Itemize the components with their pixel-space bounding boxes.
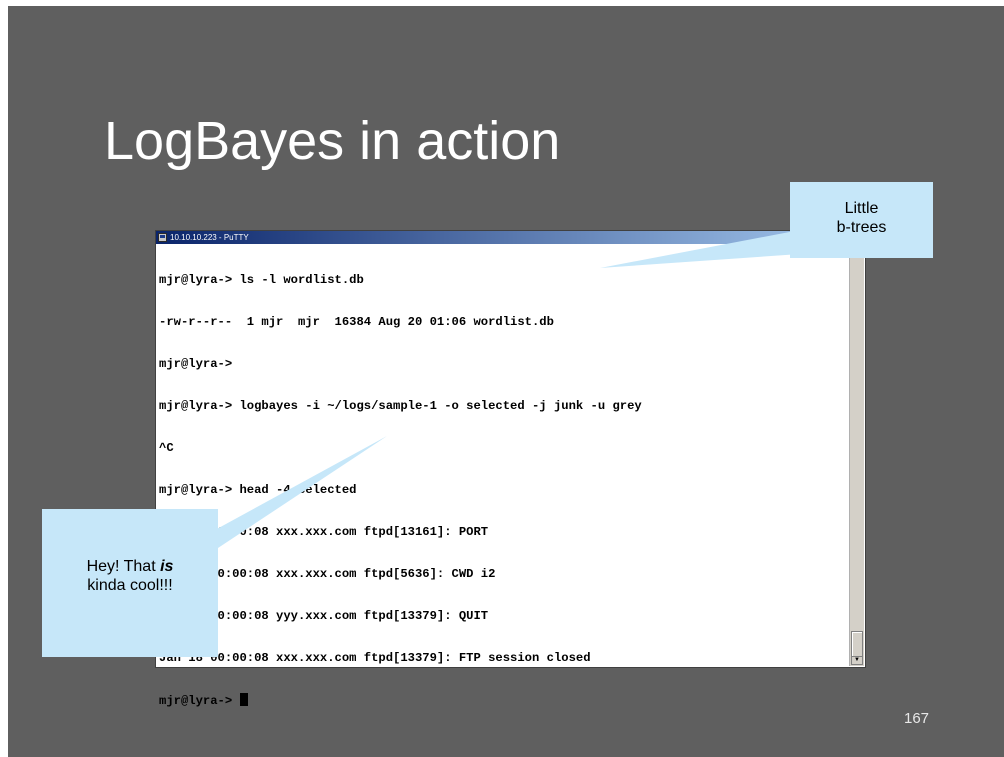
window-titlebar[interactable]: 10.10.10.223 - PuTTY bbox=[156, 231, 865, 244]
scrollbar-thumb[interactable] bbox=[851, 631, 863, 658]
callout-top-line2: b-trees bbox=[836, 219, 887, 236]
terminal-line: ^C bbox=[159, 441, 174, 455]
page-number: 167 bbox=[904, 710, 930, 727]
putty-icon[interactable] bbox=[158, 233, 167, 242]
terminal-line: Jan 18 00:00:08 xxx.xxx.com ftpd[13161]:… bbox=[159, 525, 489, 539]
callout-top-line1: Little bbox=[844, 200, 879, 217]
terminal-prompt: mjr@lyra-> bbox=[159, 694, 240, 708]
callout-bottom-line2: kinda cool!!! bbox=[87, 577, 173, 594]
terminal-line: mjr@lyra-> bbox=[159, 357, 233, 371]
callout-bottom-line1: Hey! That is bbox=[42, 557, 218, 576]
text-cursor bbox=[240, 693, 249, 706]
terminal-line: Jan 18 00:00:08 xxx.xxx.com ftpd[13379]:… bbox=[159, 651, 591, 665]
putty-window[interactable]: 10.10.10.223 - PuTTY mjr@lyra-> ls -l wo… bbox=[155, 230, 866, 708]
terminal-prompt-line[interactable]: mjr@lyra-> bbox=[159, 693, 849, 708]
terminal-line: Jan 18 00:00:08 xxx.xxx.com ftpd[5636]: … bbox=[159, 567, 496, 581]
scroll-down-arrow-icon[interactable]: ▼ bbox=[851, 656, 863, 665]
terminal-line: Jan 18 00:00:08 yyy.xxx.com ftpd[13379]:… bbox=[159, 609, 489, 623]
terminal-line: mjr@lyra-> ls -l wordlist.db bbox=[159, 273, 364, 287]
terminal-line: -rw-r--r-- 1 mjr mjr 16384 Aug 20 01:06 … bbox=[159, 315, 554, 329]
window-title: 10.10.10.223 - PuTTY bbox=[170, 233, 249, 242]
terminal-line: mjr@lyra-> logbayes -i ~/logs/sample-1 -… bbox=[159, 399, 642, 413]
vertical-scrollbar[interactable]: ▼ bbox=[849, 245, 864, 666]
callout-bottom-text: Hey! That bbox=[86, 558, 161, 575]
terminal-output[interactable]: mjr@lyra-> ls -l wordlist.db -rw-r--r-- … bbox=[159, 245, 849, 708]
callout-kinda-cool: Hey! That is kinda cool!!! bbox=[42, 509, 218, 657]
callout-little-btrees: Little b-trees bbox=[790, 182, 933, 258]
callout-bottom-emphasis: is bbox=[160, 558, 174, 575]
terminal-line: mjr@lyra-> head -4 selected bbox=[159, 483, 357, 497]
slide-title: LogBayes in action bbox=[104, 111, 561, 171]
